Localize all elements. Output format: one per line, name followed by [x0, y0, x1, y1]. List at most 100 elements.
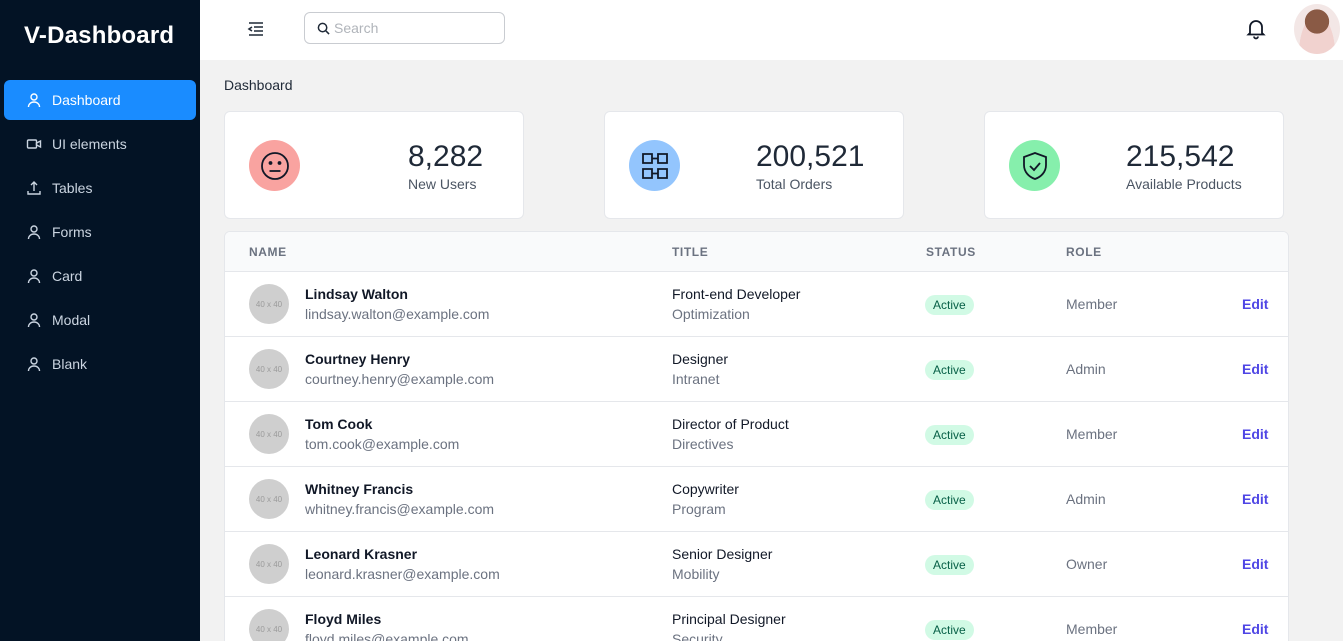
- status-badge: Active: [925, 425, 974, 445]
- edit-link[interactable]: Edit: [1242, 361, 1268, 377]
- edit-link[interactable]: Edit: [1242, 491, 1268, 507]
- user-icon: [27, 225, 41, 240]
- user-name: Whitney Francis: [305, 481, 414, 497]
- user-icon: [27, 357, 41, 372]
- status-badge: Active: [925, 295, 974, 315]
- search-icon: [317, 22, 330, 35]
- table-row: 40 x 40 Leonard Krasner leonard.krasner@…: [225, 532, 1288, 597]
- user-icon: [27, 269, 41, 284]
- video-icon: [26, 139, 42, 149]
- user-department: Optimization: [672, 306, 750, 322]
- table-row: 40 x 40 Whitney Francis whitney.francis@…: [225, 467, 1288, 532]
- sidebar-item-label: Tables: [52, 180, 93, 196]
- status-badge: Active: [925, 490, 974, 510]
- sidebar-item-ui-elements[interactable]: UI elements: [4, 124, 196, 164]
- stat-card-available-products: 215,542 Available Products: [984, 111, 1284, 219]
- shield-check-icon: [1009, 140, 1060, 191]
- user-role: Member: [1066, 621, 1118, 637]
- avatar-placeholder: 40 x 40: [249, 544, 289, 584]
- brand-logo[interactable]: V-Dashboard: [24, 22, 174, 50]
- stat-label: Available Products: [1126, 176, 1242, 192]
- menu-collapse-icon[interactable]: [245, 18, 267, 40]
- user-email: leonard.krasner@example.com: [305, 566, 500, 582]
- emoji-neutral-icon: [249, 140, 300, 191]
- sidebar-item-label: UI elements: [52, 136, 127, 152]
- sidebar-item-tables[interactable]: Tables: [4, 168, 196, 208]
- user-icon: [27, 313, 41, 328]
- search-input[interactable]: [334, 20, 494, 36]
- avatar-placeholder: 40 x 40: [249, 479, 289, 519]
- edit-link[interactable]: Edit: [1242, 556, 1268, 572]
- stat-value: 8,282: [408, 140, 484, 173]
- breadcrumb: Dashboard: [224, 77, 293, 93]
- user-email: lindsay.walton@example.com: [305, 306, 490, 322]
- column-header-role: ROLE: [1066, 245, 1102, 259]
- bell-icon[interactable]: [1244, 16, 1268, 40]
- user-email: tom.cook@example.com: [305, 436, 460, 452]
- user-title: Principal Designer: [672, 611, 786, 627]
- avatar-placeholder: 40 x 40: [249, 284, 289, 324]
- user-icon: [27, 93, 41, 108]
- sidebar-item-blank[interactable]: Blank: [4, 344, 196, 384]
- user-name: Tom Cook: [305, 416, 373, 432]
- avatar-placeholder: 40 x 40: [249, 609, 289, 641]
- sidebar-item-label: Blank: [52, 356, 88, 372]
- status-badge: Active: [925, 555, 974, 575]
- sidebar-item-label: Forms: [52, 224, 92, 240]
- column-header-title: TITLE: [672, 245, 709, 259]
- column-header-name: NAME: [249, 245, 287, 259]
- stat-card-total-orders: 200,521 Total Orders: [604, 111, 904, 219]
- sidebar-item-forms[interactable]: Forms: [4, 212, 196, 252]
- user-name: Lindsay Walton: [305, 286, 408, 302]
- user-email: whitney.francis@example.com: [305, 501, 495, 517]
- sidebar-item-label: Modal: [52, 312, 91, 328]
- user-email: floyd.miles@example.com: [305, 631, 469, 641]
- search-box[interactable]: [304, 12, 505, 44]
- status-badge: Active: [925, 360, 974, 380]
- users-table: NAME TITLE STATUS ROLE 40 x 40 Lindsay W…: [224, 231, 1289, 641]
- avatar[interactable]: [1294, 4, 1340, 54]
- user-role: Admin: [1066, 491, 1106, 507]
- sidebar: V-Dashboard Dashboard UI elements Tables…: [0, 0, 200, 641]
- user-department: Directives: [672, 436, 734, 452]
- sidebar-item-label: Dashboard: [52, 92, 121, 108]
- user-name: Leonard Krasner: [305, 546, 418, 562]
- table-row: 40 x 40 Lindsay Walton lindsay.walton@ex…: [225, 272, 1288, 337]
- sidebar-item-dashboard[interactable]: Dashboard: [4, 80, 196, 120]
- table-header: NAME TITLE STATUS ROLE: [225, 232, 1288, 272]
- avatar-placeholder: 40 x 40: [249, 414, 289, 454]
- table-row: 40 x 40 Courtney Henry courtney.henry@ex…: [225, 337, 1288, 402]
- user-title: Copywriter: [672, 481, 739, 497]
- user-role: Member: [1066, 426, 1118, 442]
- user-title: Senior Designer: [672, 546, 773, 562]
- stat-value: 215,542: [1126, 140, 1235, 173]
- column-header-status: STATUS: [926, 245, 976, 259]
- table-row: 40 x 40 Floyd Miles floyd.miles@example.…: [225, 597, 1288, 641]
- user-title: Director of Product: [672, 416, 789, 432]
- sidebar-item-card[interactable]: Card: [4, 256, 196, 296]
- topbar: [200, 0, 1343, 60]
- user-role: Member: [1066, 296, 1118, 312]
- user-email: courtney.henry@example.com: [305, 371, 495, 387]
- stat-card-new-users: 8,282 New Users: [224, 111, 524, 219]
- user-title: Front-end Developer: [672, 286, 801, 302]
- stat-label: New Users: [408, 176, 477, 192]
- user-department: Security: [672, 631, 723, 641]
- sidebar-item-modal[interactable]: Modal: [4, 300, 196, 340]
- sidebar-item-label: Card: [52, 268, 83, 284]
- stat-label: Total Orders: [756, 176, 833, 192]
- user-name: Courtney Henry: [305, 351, 411, 367]
- user-name: Floyd Miles: [305, 611, 382, 627]
- orders-grid-icon: [629, 140, 680, 191]
- user-department: Mobility: [672, 566, 720, 582]
- user-title: Designer: [672, 351, 729, 367]
- edit-link[interactable]: Edit: [1242, 621, 1268, 637]
- upload-icon: [27, 181, 41, 195]
- avatar-placeholder: 40 x 40: [249, 349, 289, 389]
- edit-link[interactable]: Edit: [1242, 426, 1268, 442]
- edit-link[interactable]: Edit: [1242, 296, 1268, 312]
- stat-value: 200,521: [756, 140, 865, 173]
- user-role: Admin: [1066, 361, 1106, 377]
- user-role: Owner: [1066, 556, 1108, 572]
- user-department: Program: [672, 501, 726, 517]
